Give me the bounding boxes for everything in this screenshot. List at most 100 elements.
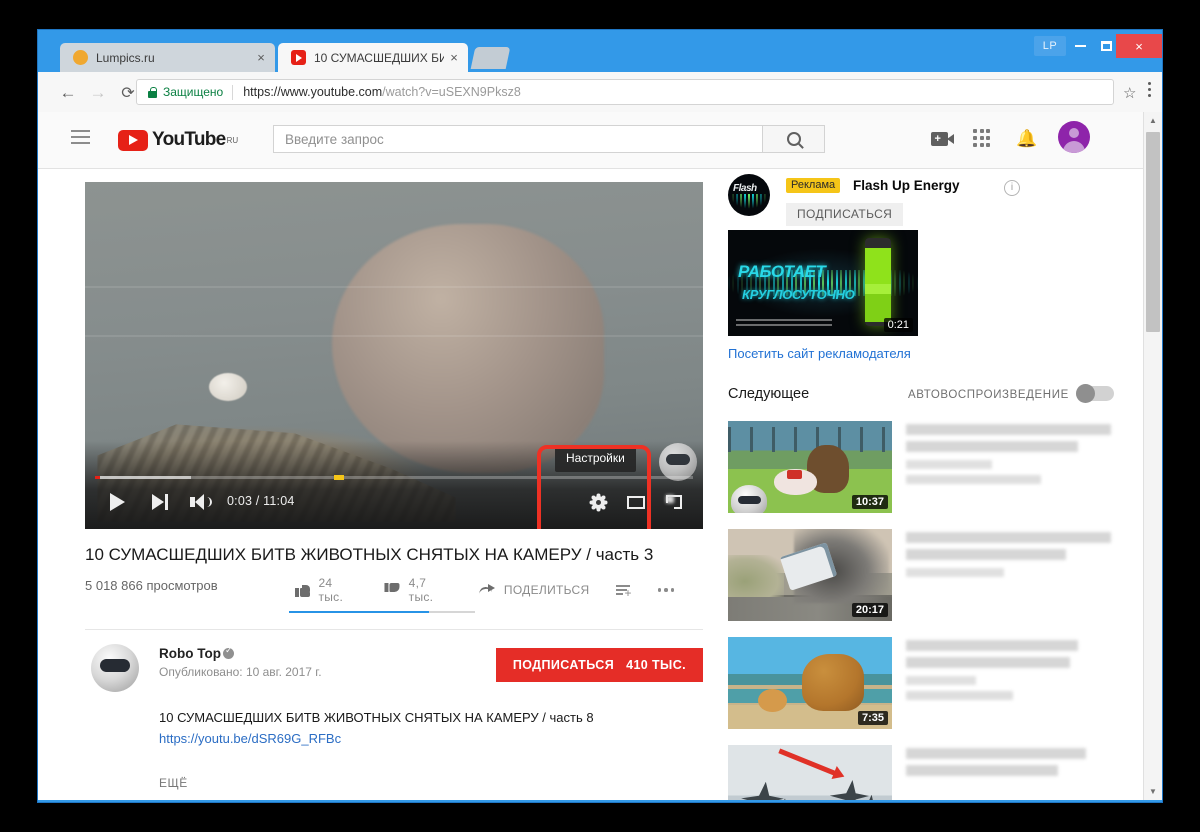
ad-waveform	[728, 194, 770, 212]
more-options-button[interactable]	[658, 588, 678, 592]
ad-thumbnail[interactable]: РАБОТАЕТ КРУГЛОСУТОЧНО 0:21	[728, 230, 918, 336]
list-item[interactable]: 10:37	[728, 421, 1128, 519]
scroll-up-button[interactable]: ▲	[1144, 112, 1162, 129]
recommendation-thumbnail[interactable]: 10:37	[728, 421, 892, 513]
video-highlight	[209, 373, 247, 401]
secure-label: Защищено	[163, 85, 223, 99]
like-ratio-fill	[289, 611, 429, 613]
save-to-playlist-button[interactable]: +	[616, 584, 632, 597]
dislike-button[interactable]: 4,7 тыс.	[385, 576, 453, 604]
theater-mode-button[interactable]	[623, 489, 649, 515]
page-viewport: YouTube RU Введите запрос + 🔔	[38, 112, 1162, 800]
youtube-country-code: RU	[227, 136, 239, 145]
ad-title[interactable]: Flash Up Energy	[853, 178, 960, 193]
recommendation-thumbnail[interactable]: 20:17	[728, 529, 892, 621]
tab-close-button[interactable]: ×	[444, 50, 464, 65]
bell-icon[interactable]: 🔔	[1018, 129, 1036, 149]
like-ratio-bar	[289, 611, 475, 613]
youtube-page: YouTube RU Введите запрос + 🔔	[38, 112, 1144, 800]
back-button[interactable]: ←	[56, 81, 80, 105]
ad-header: Flash Реклама Flash Up Energy i ПОДПИСАТ…	[728, 174, 1128, 230]
next-icon	[152, 494, 164, 510]
ad-bottle-image	[865, 238, 891, 326]
play-icon	[110, 493, 125, 511]
progress-buffered	[95, 476, 191, 479]
channel-name[interactable]: Robo Top	[159, 646, 221, 661]
bookmark-star-icon[interactable]: ☆	[1123, 84, 1136, 102]
new-tab-button[interactable]	[471, 47, 511, 69]
theater-icon	[627, 496, 645, 509]
thumb-up-icon	[295, 583, 309, 597]
hamburger-icon[interactable]	[71, 130, 90, 148]
youtube-logo[interactable]: YouTube RU	[118, 129, 238, 151]
subscribe-button[interactable]: ПОДПИСАТЬСЯ 410 ТЫС.	[496, 648, 703, 682]
description-link[interactable]: https://youtu.be/dSR69G_RFBc	[159, 728, 703, 750]
like-button[interactable]: 24 тыс.	[295, 576, 359, 604]
list-item[interactable]: 7:35	[728, 637, 1128, 735]
favicon-youtube-icon	[291, 50, 306, 65]
volume-button[interactable]	[189, 489, 213, 515]
thumb-down-icon	[385, 583, 399, 597]
account-avatar[interactable]	[1058, 121, 1090, 153]
list-item[interactable]: 20:17	[728, 529, 1128, 627]
url-path: /watch?v=uSEXN9Pksz8	[382, 85, 521, 99]
page-scrollbar[interactable]: ▲ ▼	[1143, 112, 1162, 800]
show-more-button[interactable]: ЕЩЁ	[159, 776, 703, 790]
like-count: 24 тыс.	[318, 576, 359, 604]
tab-close-button[interactable]: ×	[251, 50, 271, 65]
recommendation-thumbnail[interactable]	[728, 745, 892, 800]
gear-icon	[592, 496, 605, 509]
apps-grid-icon[interactable]	[973, 129, 991, 147]
scrollbar-thumb[interactable]	[1146, 132, 1160, 332]
browser-toolbar: ← → ⟳ Защищено https://www.youtube.com/w…	[38, 72, 1162, 113]
info-icon[interactable]: i	[1004, 180, 1020, 196]
tab-title: 10 СУМАСШЕДШИХ БИТ	[314, 51, 444, 65]
search-icon	[787, 132, 801, 146]
ad-thumb-line1: РАБОТАЕТ	[738, 262, 825, 282]
browser-menu-icon[interactable]	[1148, 82, 1152, 100]
tab-lumpics[interactable]: Lumpics.ru ×	[60, 43, 275, 72]
share-button[interactable]: ПОДЕЛИТЬСЯ	[479, 583, 590, 597]
search-input[interactable]: Введите запрос	[273, 125, 763, 153]
ad-visit-link[interactable]: Посетить сайт рекламодателя	[728, 346, 1128, 361]
settings-tooltip: Настройки	[555, 445, 636, 472]
ad-channel-avatar[interactable]: Flash	[728, 174, 770, 216]
search-button[interactable]	[763, 125, 825, 153]
dislike-count: 4,7 тыс.	[409, 576, 453, 604]
list-item[interactable]	[728, 745, 1128, 800]
channel-avatar[interactable]	[91, 644, 139, 692]
share-label: ПОДЕЛИТЬСЯ	[504, 583, 590, 597]
volume-icon	[195, 494, 204, 510]
address-bar[interactable]: Защищено https://www.youtube.com/watch?v…	[136, 79, 1114, 105]
recommendation-title-blurred	[906, 424, 1111, 490]
recommendation-title-blurred	[906, 640, 1111, 706]
next-video-button[interactable]	[149, 489, 171, 515]
play-button[interactable]	[107, 489, 127, 515]
ad-badge: Реклама	[786, 178, 840, 193]
ad-subscribe-button[interactable]: ПОДПИСАТЬСЯ	[786, 203, 903, 226]
video-upload-icon[interactable]: +	[926, 129, 952, 149]
tab-youtube[interactable]: 10 СУМАСШЕДШИХ БИТ ×	[278, 43, 468, 72]
watch-main-column: Настройки 0:03 / 11:04	[85, 182, 703, 790]
scroll-down-button[interactable]: ▼	[1144, 783, 1162, 800]
add-to-playlist-icon: +	[616, 584, 632, 597]
section-divider	[85, 629, 703, 630]
ad-fine-print	[736, 319, 832, 329]
recommendation-thumbnail[interactable]: 7:35	[728, 637, 892, 729]
close-window-button[interactable]: ×	[1116, 34, 1162, 58]
channel-row: Robo Top Опубликовано: 10 авг. 2017 г. П…	[85, 644, 703, 700]
share-icon	[479, 584, 495, 597]
youtube-masthead: YouTube RU Введите запрос + 🔔	[38, 112, 1144, 169]
video-player[interactable]: Настройки 0:03 / 11:04	[85, 182, 703, 529]
subscriber-count: 410 ТЫС.	[626, 658, 686, 672]
progress-played	[95, 476, 100, 479]
fullscreen-button[interactable]	[661, 489, 687, 515]
forward-button[interactable]: →	[86, 81, 110, 105]
settings-gear-button[interactable]	[585, 489, 611, 515]
lock-icon	[148, 87, 157, 98]
subscribe-label: ПОДПИСАТЬСЯ	[513, 658, 614, 672]
video-duration: 20:17	[852, 603, 888, 617]
autoplay-toggle[interactable]	[1076, 386, 1114, 401]
video-description: 10 СУМАСШЕДШИХ БИТВ ЖИВОТНЫХ СНЯТЫХ НА К…	[159, 708, 703, 750]
progress-bar[interactable]	[85, 475, 703, 479]
